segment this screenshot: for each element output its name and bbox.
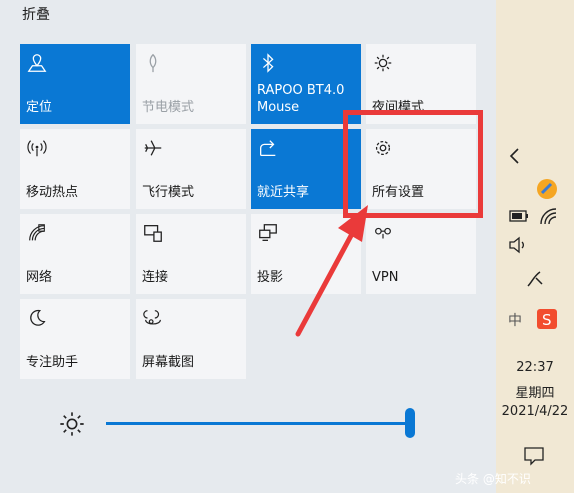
volume-icon[interactable] xyxy=(508,236,528,254)
battery-icon[interactable] xyxy=(508,208,530,224)
app-tray-icon[interactable] xyxy=(536,178,558,200)
annotation-arrow xyxy=(295,205,368,337)
taskbar: 中 S 22:37 星期四 2021/4/22 xyxy=(496,0,574,493)
clock-weekday[interactable]: 星期四 xyxy=(496,382,574,401)
notification-icon[interactable] xyxy=(523,446,545,466)
ime-indicator[interactable]: 中 xyxy=(508,310,522,330)
wifi-icon[interactable] xyxy=(538,206,558,226)
clock-time[interactable]: 22:37 xyxy=(496,360,574,375)
sogou-ime-icon[interactable]: S xyxy=(536,308,558,330)
watermark: 头条 @知不识 xyxy=(455,472,531,486)
pen-icon[interactable] xyxy=(524,268,546,290)
chevron-left-icon[interactable] xyxy=(508,146,522,166)
clock-date[interactable]: 2021/4/22 xyxy=(496,404,574,419)
svg-text:S: S xyxy=(542,311,552,329)
